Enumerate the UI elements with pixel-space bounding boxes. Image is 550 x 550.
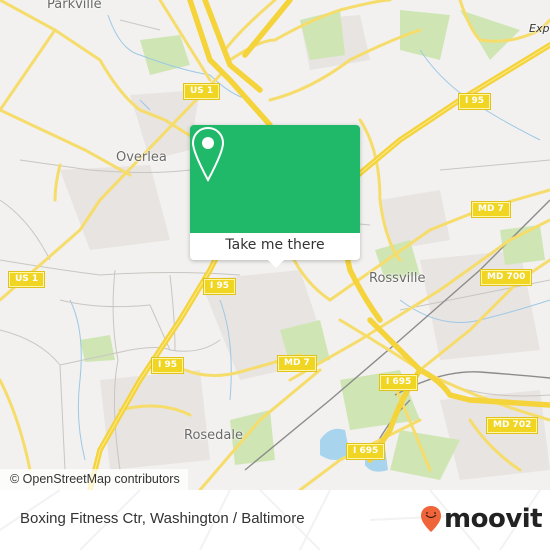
map-canvas[interactable]: Parkville Overlea Rossville Rosedale Exp… <box>0 0 550 490</box>
map-attribution[interactable]: © OpenStreetMap contributors <box>0 469 188 490</box>
place-label-rosedale: Rosedale <box>184 428 244 443</box>
road-shield-md7: MD 7 <box>471 201 511 218</box>
road-shield-us1: US 1 <box>7 271 46 288</box>
place-title: Boxing Fitness Ctr, Washington / Baltimo… <box>20 510 305 527</box>
popup-header <box>190 125 360 233</box>
place-label-parkville: Parkville <box>47 0 102 12</box>
place-label-rossville: Rossville <box>369 271 426 286</box>
road-shield-us1: US 1 <box>182 83 221 100</box>
place-label-exp: Exp <box>529 22 550 35</box>
take-me-there-button[interactable]: Take me there <box>190 233 360 260</box>
road-shield-md7: MD 7 <box>277 355 317 372</box>
place-label-overlea: Overlea <box>116 150 167 165</box>
map-pin-icon <box>191 126 225 183</box>
road-shield-i695: I 695 <box>378 374 419 391</box>
moovit-wordmark: moovit <box>444 504 543 534</box>
road-shield-i95: I 95 <box>202 278 237 295</box>
road-shield-i95: I 95 <box>457 93 492 110</box>
location-popup: Take me there <box>190 125 360 268</box>
road-shield-md702: MD 702 <box>485 417 539 434</box>
moovit-logo[interactable]: moovit <box>420 504 543 534</box>
road-shield-i95: I 95 <box>150 357 185 374</box>
road-shield-md700: MD 700 <box>479 269 533 286</box>
footer-bar: Boxing Fitness Ctr, Washington / Baltimo… <box>0 490 550 550</box>
road-shield-i695: I 695 <box>345 443 386 460</box>
popup-pointer <box>268 260 284 268</box>
moovit-pin-icon <box>421 506 441 532</box>
